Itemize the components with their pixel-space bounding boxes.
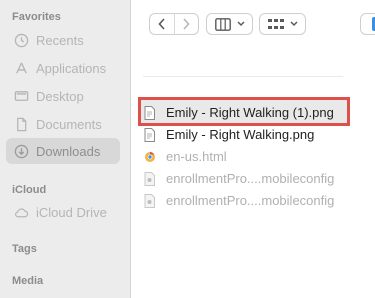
file-row[interactable]: Emily - Right Walking.png (143, 124, 373, 145)
view-mode-button[interactable] (206, 13, 253, 35)
sidebar-item-label: Desktop (36, 88, 84, 104)
file-name: Emily - Right Walking.png (166, 127, 315, 142)
config-file-icon (143, 193, 156, 208)
forward-button[interactable] (175, 14, 199, 34)
sidebar-item-applications[interactable]: Applications (6, 55, 120, 81)
icloud-section-title: iCloud (12, 184, 47, 196)
back-forward-buttons (149, 13, 199, 35)
file-name: enrollmentPro....mobileconfig (166, 193, 335, 208)
cloud-icon (14, 205, 29, 220)
columns-view-icon (214, 17, 231, 31)
file-name: enrollmentPro....mobileconfig (166, 171, 335, 186)
applications-icon (14, 61, 29, 76)
chevron-down-icon (289, 21, 298, 27)
download-icon (14, 144, 29, 159)
png-file-icon (143, 105, 156, 120)
clock-icon (14, 33, 29, 48)
file-name: Emily - Right Walking (1).png (166, 105, 334, 120)
media-section-title: Media (12, 275, 44, 287)
sidebar: Favorites Recents Applications Desktop D… (0, 0, 131, 298)
share-button[interactable] (360, 13, 375, 35)
file-row[interactable]: Emily - Right Walking (1).png (143, 102, 373, 123)
back-button[interactable] (150, 14, 175, 34)
file-name: en-us.html (166, 149, 227, 164)
chevron-left-icon (158, 18, 165, 30)
sidebar-item-desktop[interactable]: Desktop (6, 83, 120, 109)
grid-group-icon (267, 18, 284, 29)
png-file-icon (143, 127, 156, 142)
divider (143, 76, 343, 77)
desktop-icon (14, 89, 29, 104)
sidebar-item-label: Downloads (36, 143, 101, 159)
sidebar-item-label: Applications (36, 60, 107, 76)
sidebar-item-recents[interactable]: Recents (6, 27, 120, 53)
file-row[interactable]: en-us.html (143, 146, 373, 167)
favorites-section-title: Favorites (12, 11, 61, 23)
sidebar-item-label: iCloud Drive (36, 204, 107, 220)
file-row[interactable]: enrollmentPro....mobileconfig (143, 168, 373, 189)
html-file-icon (143, 149, 156, 164)
sidebar-item-label: Recents (36, 32, 84, 48)
chevron-down-icon (236, 21, 245, 27)
config-file-icon (143, 171, 156, 186)
chevron-right-icon (183, 18, 190, 30)
sidebar-item-documents[interactable]: Documents (6, 111, 120, 137)
sidebar-item-icloud-drive[interactable]: iCloud Drive (6, 199, 120, 225)
sidebar-item-label: Documents (36, 116, 102, 132)
document-icon (14, 117, 29, 132)
tags-section-title: Tags (12, 243, 37, 255)
group-by-button[interactable] (259, 13, 306, 35)
file-row[interactable]: enrollmentPro....mobileconfig (143, 190, 373, 211)
sidebar-item-downloads[interactable]: Downloads (6, 138, 120, 164)
